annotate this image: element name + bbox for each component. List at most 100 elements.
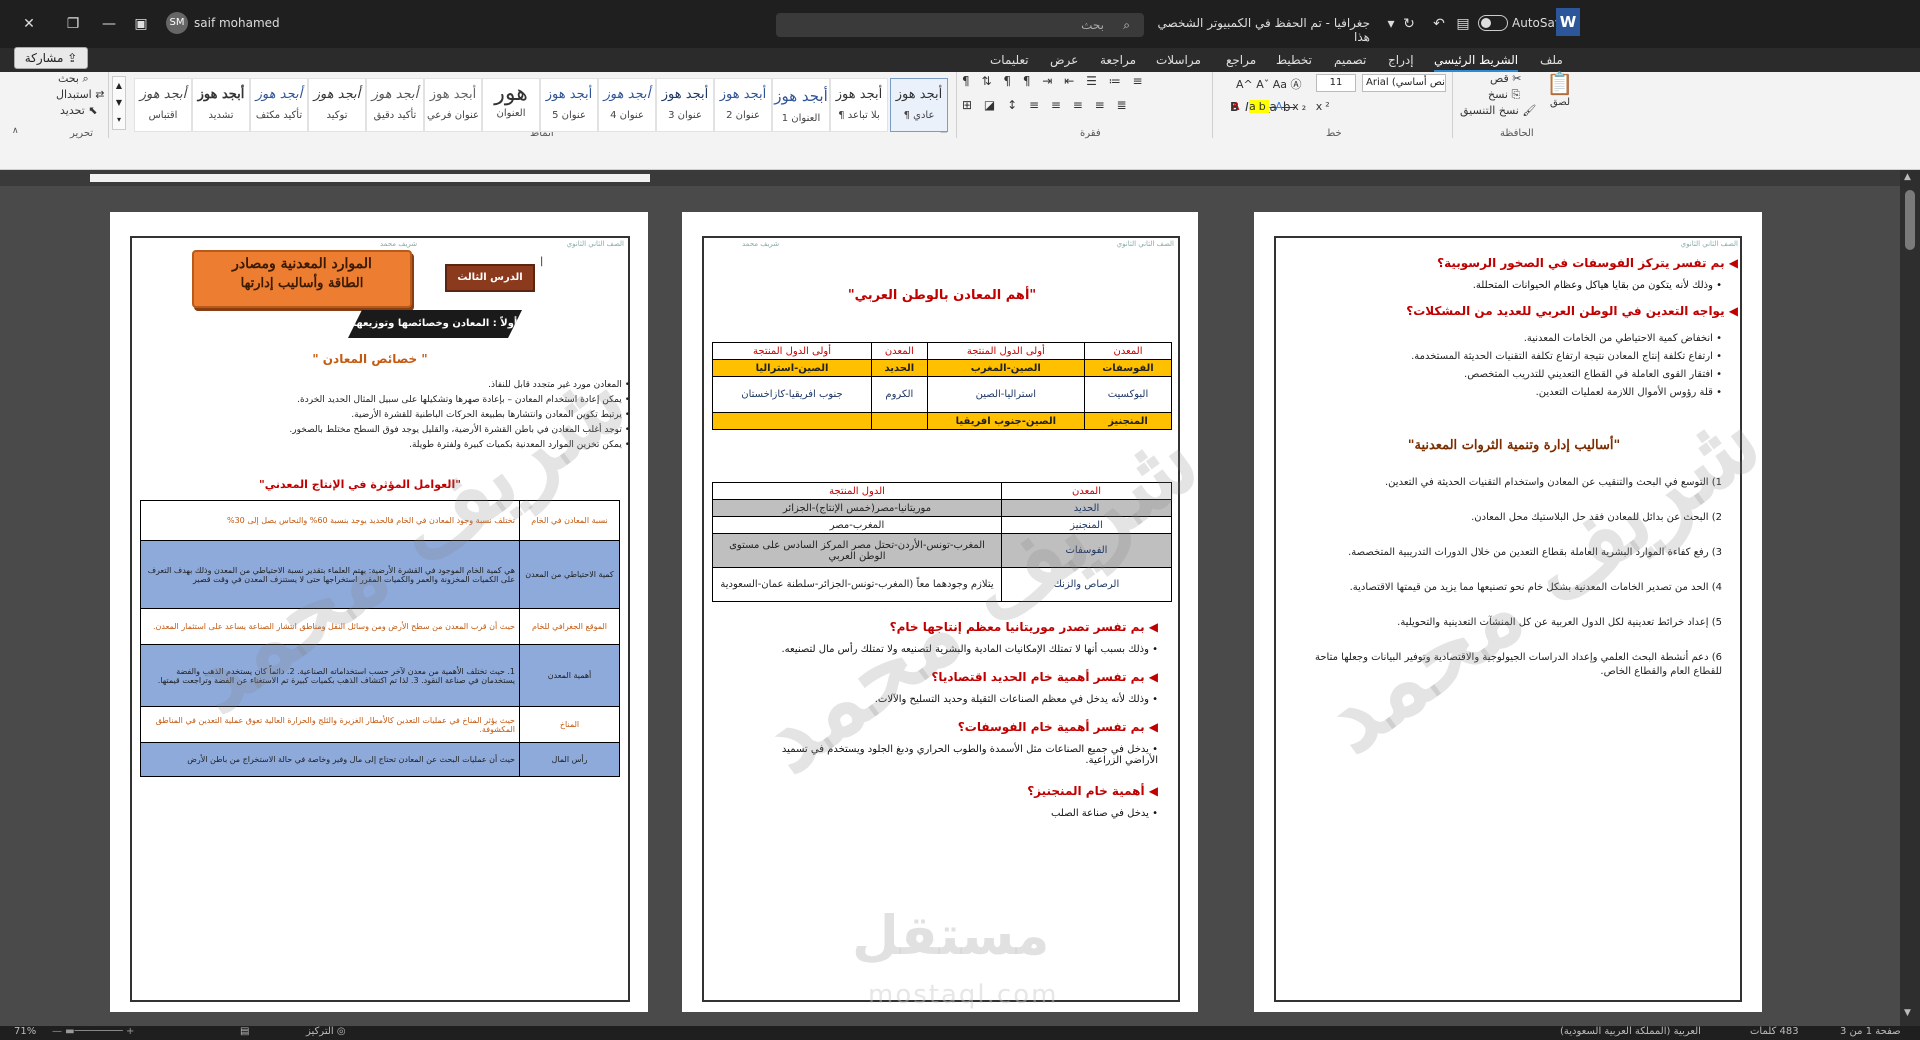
tab-home[interactable]: الشريط الرئيسي [1434, 48, 1519, 72]
distributed-icon[interactable]: ≣ [1117, 98, 1131, 112]
table-row: نسبة المعادن في الخام تختلف نسبة وجود الم… [140, 500, 620, 541]
redo-icon[interactable]: ↻ [1398, 14, 1420, 34]
page-1[interactable]: الصف الثاني الثانوي شريف محمد | الدرس ال… [110, 212, 648, 1012]
select-button[interactable]: تحديد ⬉ [60, 104, 98, 117]
tab-file[interactable]: ملف [1540, 48, 1563, 72]
text-effects-icon[interactable]: A [1275, 100, 1286, 113]
format-painter-button[interactable]: نسخ التنسيق 🖌 [1460, 104, 1536, 117]
show-marks-icon[interactable]: ¶ [962, 74, 974, 88]
tab-layout[interactable]: تخطيط [1276, 48, 1312, 72]
center-icon[interactable]: ≡ [1073, 98, 1087, 112]
superscript-icon[interactable]: x² [1316, 100, 1333, 113]
zoom-level[interactable]: 71% [14, 1026, 36, 1037]
save-icon[interactable]: ▤ [1452, 14, 1474, 34]
copy-button[interactable]: نسخ ⎘ [1488, 88, 1520, 102]
language[interactable]: العربية (المملكة العربية السعودية) [1560, 1026, 1701, 1037]
tab-mailings[interactable]: مراسلات [1156, 48, 1201, 72]
font-name-select[interactable]: Arial (نص أساسي) [1362, 74, 1446, 92]
scrollbar-thumb[interactable] [1905, 190, 1915, 250]
indent-icon[interactable]: ⇥ [1042, 74, 1056, 88]
numbering-icon[interactable]: ≔ [1109, 74, 1125, 88]
subscript-icon[interactable]: x₂ [1292, 100, 1309, 113]
focus-mode[interactable]: التركيز ◎ [306, 1026, 346, 1037]
style-intense-emphasis[interactable]: أبجد هوز تأكيد مكثف [250, 78, 308, 132]
bullets-icon[interactable]: ≡ [1133, 74, 1147, 88]
view-print-icon[interactable]: ▤ [240, 1026, 249, 1037]
tab-help[interactable]: تعليمات [990, 48, 1029, 72]
ltr-icon[interactable]: ¶ [1003, 74, 1015, 88]
search-box[interactable]: بحث ⌕ [776, 13, 1144, 37]
styles-scroll[interactable]: ▲ ▼ ▾ [112, 76, 126, 130]
style-normal[interactable]: أبجد هوز ¶ عادي [890, 78, 948, 132]
highlight-icon[interactable]: ab [1249, 100, 1269, 113]
horizontal-ruler[interactable] [0, 170, 1920, 186]
shading-icon[interactable]: ◪ [984, 98, 999, 112]
paste-button[interactable]: 📋 لصق [1542, 72, 1578, 112]
line-spacing-icon[interactable]: ↕ [1007, 98, 1021, 112]
style-heading-3[interactable]: أبجد هوز عنوان 3 [656, 78, 714, 132]
bullet-text: توجد أغلب المعادن في باطن القشرة الأرضية… [289, 425, 622, 435]
share-button[interactable]: مشاركة ⇪ [14, 47, 88, 69]
scroll-down-icon[interactable]: ▼ [113, 94, 125, 111]
tab-view[interactable]: عرض [1050, 48, 1078, 72]
sort-icon[interactable]: ⇅ [981, 74, 995, 88]
grow-font-icon[interactable]: A^ [1236, 78, 1253, 91]
table-header: الدول المنتجة [712, 482, 1002, 500]
style-heading-1[interactable]: أبجد هوز العنوان 1 [772, 78, 830, 132]
outdent-icon[interactable]: ⇤ [1064, 74, 1078, 88]
style-title[interactable]: هور العنوان [482, 78, 540, 132]
scroll-up-icon[interactable]: ▲ [113, 77, 125, 94]
tab-design[interactable]: تصميم [1334, 48, 1366, 72]
clear-formatting-icon[interactable]: Ⓐ [1291, 78, 1302, 91]
scroll-down-icon[interactable]: ▼ [1904, 1008, 1911, 1018]
font-grow-shrink[interactable]: A^ Aˇ Aa Ⓐ [1236, 76, 1302, 92]
ribbon-display-icon[interactable]: ▣ [130, 14, 152, 34]
page-3[interactable]: الصف الثاني الثانوي ◀ بم تفسر يتركز الفو… [1254, 212, 1781, 1012]
zoom-slider[interactable]: — ▬──────── + [52, 1026, 134, 1037]
table-header-row: المعدن الدول المنتجة [712, 482, 1172, 500]
style-emphasis[interactable]: أبجد هوز توكيد [308, 78, 366, 132]
document-title[interactable]: جغرافيا - تم الحفظ في الكمبيوتر الشخصي ه… [1150, 16, 1370, 44]
avatar[interactable]: SM [166, 12, 188, 34]
tab-insert[interactable]: إدراج [1388, 48, 1414, 72]
page-count[interactable]: صفحة 1 من 3 [1840, 1026, 1901, 1037]
answer-text: وذلك لأنه يدخل في معظم الصناعات الثقيلة … [874, 694, 1149, 705]
minimize-icon[interactable]: — [98, 14, 120, 34]
font-color-icon[interactable]: A [1232, 100, 1243, 113]
style-no-spacing[interactable]: أبجد هوز ¶ بلا تباعد [830, 78, 888, 132]
replace-button[interactable]: استبدال ⇄ [56, 88, 104, 101]
shrink-font-icon[interactable]: Aˇ [1256, 78, 1269, 91]
style-subtle-emphasis[interactable]: أبجد هوز تأكيد دقيق [366, 78, 424, 132]
style-quote[interactable]: أبجد هوز اقتباس [134, 78, 192, 132]
change-case-icon[interactable]: Aa [1273, 78, 1287, 91]
font-size-select[interactable]: 11 [1316, 74, 1356, 92]
justify-icon[interactable]: ≡ [1029, 98, 1043, 112]
style-heading-4[interactable]: أبجد هوز عنوان 4 [598, 78, 656, 132]
find-button[interactable]: بحث ⌕ [58, 72, 89, 86]
tab-review[interactable]: مراجعة [1100, 48, 1136, 72]
align-left-icon[interactable]: ≡ [1095, 98, 1109, 112]
style-strong[interactable]: أبجد هوز تشديد [192, 78, 250, 132]
word-count[interactable]: 483 كلمات [1750, 1026, 1799, 1037]
cut-button[interactable]: قص ✂ [1490, 72, 1521, 85]
question-text: أهمية خام المنجنيز؟ [1027, 784, 1145, 798]
multilevel-list-icon[interactable]: ☰ [1086, 74, 1101, 88]
tab-references[interactable]: مراجع [1226, 48, 1256, 72]
style-preview: أبجد هوز [603, 87, 651, 102]
rtl-icon[interactable]: ¶ [1023, 74, 1035, 88]
align-right-icon[interactable]: ≡ [1051, 98, 1065, 112]
style-subtitle[interactable]: أبجد هوز عنوان فرعي [424, 78, 482, 132]
restore-icon[interactable]: ❐ [62, 14, 84, 34]
close-icon[interactable]: ✕ [18, 14, 40, 34]
style-heading-5[interactable]: أبجد هوز عنوان 5 [540, 78, 598, 132]
collapse-ribbon-icon[interactable]: ∧ [12, 126, 19, 136]
table-cell: المغرب-تونس-الأردن-تحتل مصر المركز الساد… [712, 533, 1002, 568]
borders-icon[interactable]: ⊞ [962, 98, 976, 112]
undo-icon[interactable]: ↶ [1428, 14, 1450, 34]
style-heading-2[interactable]: أبجد هوز عنوان 2 [714, 78, 772, 132]
scroll-up-icon[interactable]: ▲ [1904, 172, 1911, 182]
autosave-toggle[interactable] [1478, 15, 1508, 31]
more-styles-icon[interactable]: ▾ [113, 111, 125, 128]
vertical-scrollbar[interactable]: ▲ ▼ [1900, 170, 1920, 1026]
page-2[interactable]: الصف الثاني الثانوي شريف محمد "أهم المعا… [682, 212, 1219, 1012]
